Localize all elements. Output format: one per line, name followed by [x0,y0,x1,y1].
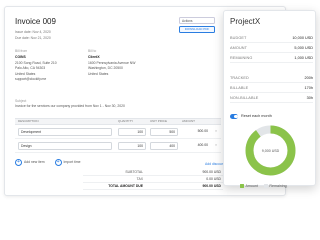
bill-to-address1: 1600 Pennsylvania Avenue NW [88,60,136,65]
add-discount-link[interactable]: Add discount [205,162,225,166]
stat-row-non-billable: NON-BILLABLE 30h [230,93,313,103]
remove-row-icon[interactable]: × [211,129,221,134]
stat-label: TRACKED [230,75,249,80]
table-row: Development 100 500 500.00 × [15,125,221,139]
donut-center-value: 9,000 USD [261,148,280,153]
legend-amount: Amount [240,184,258,188]
quantity-input[interactable]: 100 [118,141,146,150]
items-table: DESCRIPTION QUANTITY UNIT PRICE AMOUNT D… [15,118,221,153]
col-header-quantity: QUANTITY [118,118,134,123]
stat-label: BILLABLE [230,85,249,90]
stat-value: 10,000 USD [292,35,313,40]
bill-to-address2: Washington, DC 20500 [88,66,123,71]
col-header-amount: AMOUNT [182,118,195,123]
import-time-label: Import time [63,160,81,165]
reset-label: Reset each month [241,114,272,119]
subject-label: Subject [15,99,27,103]
description-input[interactable]: Design [18,141,112,150]
budget-donut: 9,000 USD [244,124,297,177]
stat-row-amount: AMOUNT 5,000 USD [230,43,313,53]
import-time-button[interactable]: + Import time [54,159,81,166]
bill-to-block: Bill to ClientX 1600 Pennsylvania Avenue… [88,49,135,77]
project-title: ProjectX [230,17,261,26]
remove-row-icon[interactable]: × [211,143,221,148]
stat-label: REMAINING [230,55,253,60]
subtotal-label: SUBTOTAL [125,169,143,174]
col-header-unit-price: UNIT PRICE [150,118,167,123]
subtotal-row: SUBTOTAL 900.00 USD [83,169,223,176]
total-row: TOTAL AMOUNT DUE 900.00 USD [83,183,223,190]
reset-toggle[interactable] [230,114,238,119]
add-row-actions: + Add new item + Import time [15,159,81,166]
bill-from-email: support@clockify.me [15,77,47,82]
stat-value: 30h [306,95,313,100]
stat-value: 1,000 USD [294,55,313,60]
bill-to-label: Bill to [88,49,97,53]
actions-select[interactable]: Actions [179,17,215,24]
subject-text[interactable]: Invoice for the services our company pro… [15,104,125,108]
legend-amount-label: Amount [245,184,258,188]
stat-row-tracked: TRACKED 200h [230,73,313,83]
bill-from-country: United States [15,71,36,76]
row-amount: 500.00 [197,129,208,134]
remaining-swatch [263,184,268,188]
quantity-input[interactable]: 100 [118,127,146,136]
items-table-header: DESCRIPTION QUANTITY UNIT PRICE AMOUNT [15,118,221,125]
unit-price-input[interactable]: 400 [150,141,178,150]
stat-row-budget: BUDGET 10,000 USD [230,33,313,43]
project-stats: BUDGET 10,000 USD AMOUNT 5,000 USD REMAI… [230,33,313,103]
tax-row: TAX 0.00 USD [83,176,223,183]
stat-label: BUDGET [230,35,247,40]
invoice-title: Invoice 009 [15,17,56,26]
invoice-actions: Actions DOWNLOAD PDF [179,17,215,33]
project-panel: ProjectX BUDGET 10,000 USD AMOUNT 5,000 … [223,10,316,188]
add-item-label: Add new item [24,160,45,165]
plus-icon: + [15,159,22,166]
description-input[interactable]: Development [18,127,112,136]
tax-value: 0.00 USD [206,176,221,181]
stat-label: NON-BILLABLE [230,95,259,100]
row-amount: 400.00 [197,143,208,148]
stat-row-remaining: REMAINING 1,000 USD [230,53,313,63]
bill-from-address1: 2100 Song Road, Suite 210 [15,60,57,65]
amount-swatch [240,184,244,188]
invoice-dates: Issue date: Nov 4, 2020 Due date: Nov 21… [15,30,51,42]
totals-block: SUBTOTAL 900.00 USD TAX 0.00 USD TOTAL A… [83,169,223,190]
stat-label: AMOUNT [230,45,248,50]
bill-from-name: COINS [15,55,26,60]
bill-from-label: Bill from [15,49,28,53]
donut-legend: Amount Remaining [240,184,287,188]
legend-remaining-label: Remaining [269,184,287,188]
subject-block: Subject Invoice for the services our com… [15,99,125,109]
legend-remaining: Remaining [263,184,287,188]
add-item-button[interactable]: + Add new item [15,159,45,166]
plus-icon: + [54,159,62,166]
bill-from-address2: Palo Alto, CA 94303 [15,66,46,71]
total-label: TOTAL AMOUNT DUE [108,183,143,188]
issue-date: Issue date: Nov 4, 2020 [15,30,51,34]
due-date: Due date: Nov 21, 2020 [15,35,51,40]
stat-value: 170h [304,85,313,90]
download-pdf-button[interactable]: DOWNLOAD PDF [179,26,215,33]
subtotal-value: 900.00 USD [202,169,221,174]
reset-each-month: Reset each month [230,114,272,119]
stat-value: 5,000 USD [294,45,313,50]
stat-row-billable: BILLABLE 170h [230,83,313,93]
unit-price-input[interactable]: 500 [150,127,178,136]
bill-from-block: Bill from COINS 2100 Song Road, Suite 21… [15,49,57,83]
bill-to-name: ClientX [88,55,100,60]
total-value: 900.00 USD [202,183,221,188]
col-header-description: DESCRIPTION [18,118,39,123]
tax-label: TAX [136,176,143,181]
bill-to-country: United States [88,71,109,76]
stat-value: 200h [304,75,313,80]
table-row: Design 100 400 400.00 × [15,139,221,153]
